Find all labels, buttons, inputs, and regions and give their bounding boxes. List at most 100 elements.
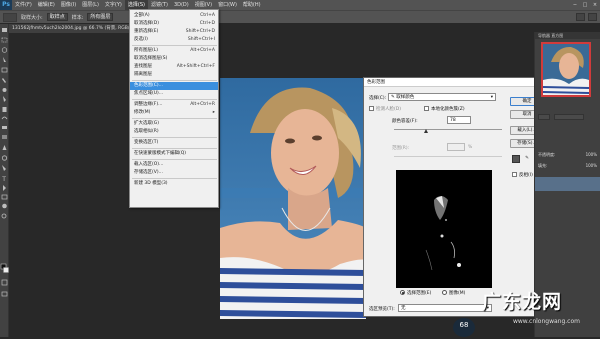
eyedropper-sample-icon[interactable] xyxy=(512,155,520,163)
select-menu-item-label: 调整边缘(F)... xyxy=(134,102,163,107)
chevron-down-icon: ▾ xyxy=(490,95,493,100)
path-select-tool-icon xyxy=(3,185,6,191)
layer-kind-filter[interactable] xyxy=(538,114,550,120)
select-menu-item-shortcut: ▸ xyxy=(212,110,215,115)
canvas-image[interactable] xyxy=(220,78,366,319)
fuzziness-input[interactable]: 78 xyxy=(447,116,471,124)
lasso-tool-icon xyxy=(1,47,8,53)
sample-label: 样本: xyxy=(71,14,84,21)
select-dropdown[interactable]: ✎ 取样颜色 ▾ xyxy=(388,93,496,101)
portrait-photo xyxy=(220,78,366,319)
select-menu-item[interactable]: 焦点区域(U)... xyxy=(130,90,218,98)
range-label: 范围(R): xyxy=(392,146,410,151)
workspace-icon[interactable] xyxy=(588,13,597,21)
select-menu-item-label: 扩大选取(G) xyxy=(134,121,159,126)
select-menu-item[interactable]: 修改(M) ▸ xyxy=(130,109,218,117)
invert-checkbox[interactable] xyxy=(512,172,517,177)
selection-preview[interactable] xyxy=(396,170,492,288)
select-menu-item[interactable]: 扩大选取(G) xyxy=(130,120,218,128)
tool-icons: T xyxy=(0,28,9,297)
navigator-preview xyxy=(543,44,589,95)
select-menu-item[interactable]: 色彩范围(C)... xyxy=(130,82,218,90)
select-menu-item-label: 所有图层(L) xyxy=(134,48,159,53)
select-menu-item[interactable]: 取消选择图层(S) xyxy=(130,55,218,63)
select-dropdown-value: 取样颜色 xyxy=(396,95,415,100)
select-menu-item[interactable]: 重新选择(E) Shift+Ctrl+D xyxy=(130,28,218,36)
document-tab[interactable]: 131562jfhmtv5uch2lo2004.jpg @ 66.7% (背景,… xyxy=(9,24,131,33)
zoom-badge: 68 xyxy=(453,318,475,337)
dialog-title-bar[interactable]: 色彩范围 × xyxy=(364,78,549,87)
preview-label: 选区预览(T): xyxy=(369,307,395,312)
select-menu-item-label: 全部(A) xyxy=(134,13,150,18)
select-menu-item[interactable]: 存储选区(V)... xyxy=(130,169,218,177)
menu-item[interactable]: 编辑(E) xyxy=(35,0,58,10)
select-menu-item[interactable]: 在快速蒙版模式下编辑(Q) xyxy=(130,150,218,158)
select-menu-item[interactable]: 取消选择(D) Ctrl+D xyxy=(130,20,218,28)
select-menu-item-shortcut: Shift+Ctrl+D xyxy=(185,29,215,34)
fuzziness-label: 颜色容差(F): xyxy=(392,119,418,124)
navigator-panel: 导航器 直方图 xyxy=(534,32,600,107)
shape-tool-icon xyxy=(1,194,8,200)
select-menu-item[interactable]: 查找图层 Alt+Shift+Ctrl+F xyxy=(130,63,218,71)
crop-tool-icon xyxy=(1,67,8,73)
opacity-value[interactable]: 100% xyxy=(586,151,597,159)
select-menu-item[interactable]: 载入选区(O)... xyxy=(130,161,218,169)
background-layer-row[interactable] xyxy=(535,177,600,191)
preview-select[interactable]: 无 ▾ xyxy=(398,304,492,312)
layer-mode-select[interactable] xyxy=(554,114,584,120)
select-menu-item-label: 取消选择(D) xyxy=(134,21,159,26)
maximize-button[interactable]: □ xyxy=(580,2,590,8)
sample-select[interactable]: 所有图层 xyxy=(87,13,114,21)
menu-separator xyxy=(132,45,217,46)
range-unit: % xyxy=(468,145,473,150)
navigator-tabs[interactable]: 导航器 直方图 xyxy=(535,32,600,39)
navigator-thumbnail[interactable] xyxy=(541,42,591,97)
menu-item[interactable]: 图层(L) xyxy=(79,0,102,10)
select-menu-item[interactable]: 新建 3D 模型(3) xyxy=(130,180,218,188)
select-menu-item[interactable]: 选取相似(R) xyxy=(130,128,218,136)
opacity-row: 不透明度: 100% xyxy=(538,151,597,159)
menu-item[interactable]: 图像(I) xyxy=(58,0,79,10)
preview-select-value: 无 xyxy=(401,306,406,311)
select-menu-item-label: 载入选区(O)... xyxy=(134,162,164,167)
quick-mask-icon xyxy=(1,279,8,286)
select-menu-item-label: 新建 3D 模型(3) xyxy=(134,181,168,186)
mask-preview xyxy=(396,170,492,288)
select-menu-item[interactable]: 反选(I) Shift+Ctrl+I xyxy=(130,36,218,44)
select-menu-item[interactable]: 所有图层(L) Alt+Ctrl+A xyxy=(130,47,218,55)
select-menu-item-label: 存储选区(V)... xyxy=(134,170,163,175)
select-menu-item-label: 焦点区域(U)... xyxy=(134,91,164,96)
image-radio[interactable] xyxy=(442,290,447,295)
select-menu-item-label: 选取相似(R) xyxy=(134,129,159,134)
fill-label: 填充: xyxy=(538,163,548,168)
fill-value[interactable]: 100% xyxy=(586,162,597,170)
dodge-tool-icon xyxy=(1,155,8,161)
menu-separator xyxy=(132,118,217,119)
eyedropper-tool-preset[interactable] xyxy=(3,12,17,22)
eyedropper-tool-icon xyxy=(2,78,6,83)
select-menu-item[interactable]: 隔离图层 xyxy=(130,71,218,79)
fuzziness-slider-track[interactable] xyxy=(394,129,502,130)
select-menu-item[interactable]: 变换选区(T) xyxy=(130,139,218,147)
select-menu-item-shortcut: Alt+Shift+Ctrl+F xyxy=(176,64,215,69)
sample-size-label: 取样大小: xyxy=(21,14,43,21)
menu-item[interactable]: 帮助(H) xyxy=(240,0,264,10)
search-icon[interactable] xyxy=(576,13,585,21)
menu-item[interactable]: 文字(Y) xyxy=(102,0,125,10)
zoom-tool-icon xyxy=(1,213,7,219)
eyedropper-add-icon[interactable]: ✎ xyxy=(523,155,531,163)
localized-clusters-checkbox[interactable] xyxy=(424,106,429,111)
pen-tool-icon xyxy=(2,165,6,171)
select-menu-item-shortcut: Shift+Ctrl+I xyxy=(187,37,215,42)
invert-label: 反相(I) xyxy=(519,173,533,178)
detect-faces-checkbox[interactable] xyxy=(369,106,374,111)
select-menu-item[interactable]: 调整边缘(F)... Alt+Ctrl+R xyxy=(130,101,218,109)
select-menu-item[interactable]: 全部(A) Ctrl+A xyxy=(130,12,218,20)
minimize-button[interactable]: − xyxy=(570,2,580,8)
fuzziness-slider-handle[interactable] xyxy=(424,129,428,133)
selection-radio[interactable] xyxy=(400,290,405,295)
close-button[interactable]: × xyxy=(590,2,600,8)
sample-size-select[interactable]: 取样点 xyxy=(46,13,68,21)
type-tool-icon: T xyxy=(1,176,6,183)
menu-item[interactable]: 文件(F) xyxy=(12,0,35,10)
